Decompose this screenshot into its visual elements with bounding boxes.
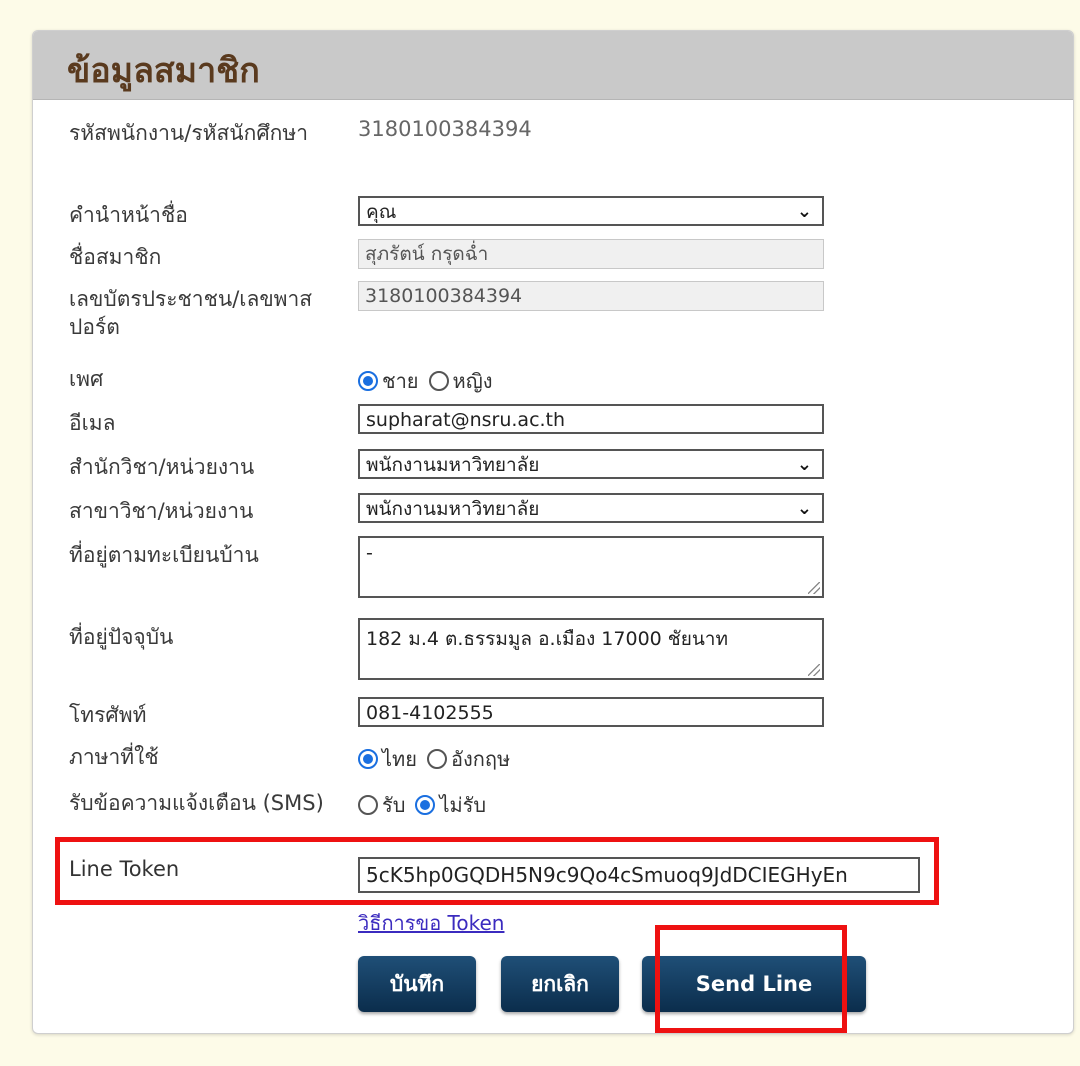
registered-address-label: ที่อยู่ตามทะเบียนบ้าน: [69, 543, 259, 567]
email-field[interactable]: supharat@nsru.ac.th: [358, 404, 824, 434]
member-name-field: สุภรัตน์ กรุดฉ่ำ: [358, 239, 824, 269]
phone-label: โทรศัพท์: [69, 703, 147, 727]
panel-header: ข้อมูลสมาชิก: [33, 31, 1073, 100]
branch-select[interactable]: พนักงานมหาวิทยาลัย ⌄: [358, 493, 824, 523]
line-token-label: Line Token: [69, 857, 180, 881]
cancel-button[interactable]: ยกเลิก: [501, 956, 619, 1012]
id-card-label: เลขบัตรประชาชน/เลขพาสปอร์ต: [69, 287, 313, 339]
sms-decline-radio[interactable]: [415, 795, 436, 815]
registered-address-value: -: [366, 542, 373, 564]
line-token-field[interactable]: 5cK5hp0GQDH5N9c9Qo4cSmuoq9JdDCIEGHyEn: [358, 857, 920, 893]
sms-receive-radio[interactable]: [358, 795, 378, 815]
registered-address-textarea[interactable]: -: [358, 536, 824, 598]
gender-male-radio[interactable]: [358, 371, 378, 391]
faculty-select[interactable]: พนักงานมหาวิทยาลัย ⌄: [358, 449, 824, 479]
token-help-link[interactable]: วิธีการขอ Token: [358, 907, 504, 939]
language-english-radio[interactable]: [426, 749, 447, 769]
gender-male-label: ชาย: [382, 369, 419, 393]
branch-label: สาขาวิชา/หน่วยงาน: [69, 499, 254, 523]
member-info-panel: ข้อมูลสมาชิก รหัสพนักงาน/รหัสนักศึกษา 31…: [32, 30, 1074, 1034]
gender-female-radio[interactable]: [428, 371, 449, 391]
title-prefix-value: คุณ: [366, 201, 397, 223]
gender-radio-group: ชาย หญิง: [358, 365, 499, 397]
employee-id-label: รหัสพนักงาน/รหัสนักศึกษา: [69, 121, 309, 145]
current-address-textarea[interactable]: 182 ม.4 ต.ธรรมมูล อ.เมือง 17000 ชัยนาท: [358, 618, 824, 680]
email-label: อีเมล: [69, 411, 116, 435]
sms-decline-label: ไม่รับ: [439, 793, 487, 817]
panel-title: ข้อมูลสมาชิก: [67, 51, 260, 91]
resize-handle-icon[interactable]: [808, 664, 820, 676]
language-radio-group: ไทย อังกฤษ: [358, 743, 516, 775]
language-thai-label: ไทย: [382, 747, 417, 771]
member-name-label: ชื่อสมาชิก: [69, 245, 162, 269]
sms-radio-group: รับ ไม่รับ: [358, 789, 492, 821]
current-address-value: 182 ม.4 ต.ธรรมมูล อ.เมือง 17000 ชัยนาท: [366, 628, 729, 650]
branch-value: พนักงานมหาวิทยาลัย: [366, 498, 540, 520]
faculty-label: สำนักวิชา/หน่วยงาน: [69, 455, 255, 479]
title-prefix-label: คำนำหน้าชื่อ: [69, 203, 188, 227]
language-label: ภาษาที่ใช้: [69, 745, 159, 769]
phone-field[interactable]: 081-4102555: [358, 697, 824, 727]
sms-receive-label: รับ: [382, 793, 406, 817]
title-prefix-select[interactable]: คุณ ⌄: [358, 196, 824, 226]
chevron-down-icon: ⌄: [796, 498, 812, 519]
language-thai-radio[interactable]: [358, 749, 378, 769]
gender-female-label: หญิง: [452, 369, 493, 393]
save-button[interactable]: บันทึก: [358, 956, 476, 1012]
send-line-button[interactable]: Send Line: [642, 956, 866, 1012]
chevron-down-icon: ⌄: [796, 454, 812, 475]
faculty-value: พนักงานมหาวิทยาลัย: [366, 454, 540, 476]
id-card-field: 3180100384394: [358, 281, 824, 311]
employee-id-value: 3180100384394: [358, 117, 532, 141]
gender-label: เพศ: [69, 367, 104, 391]
chevron-down-icon: ⌄: [796, 201, 812, 222]
language-english-label: อังกฤษ: [450, 747, 511, 771]
sms-label: รับข้อความแจ้งเตือน (SMS): [69, 791, 324, 815]
resize-handle-icon[interactable]: [808, 582, 820, 594]
current-address-label: ที่อยู่ปัจจุบัน: [69, 625, 174, 649]
